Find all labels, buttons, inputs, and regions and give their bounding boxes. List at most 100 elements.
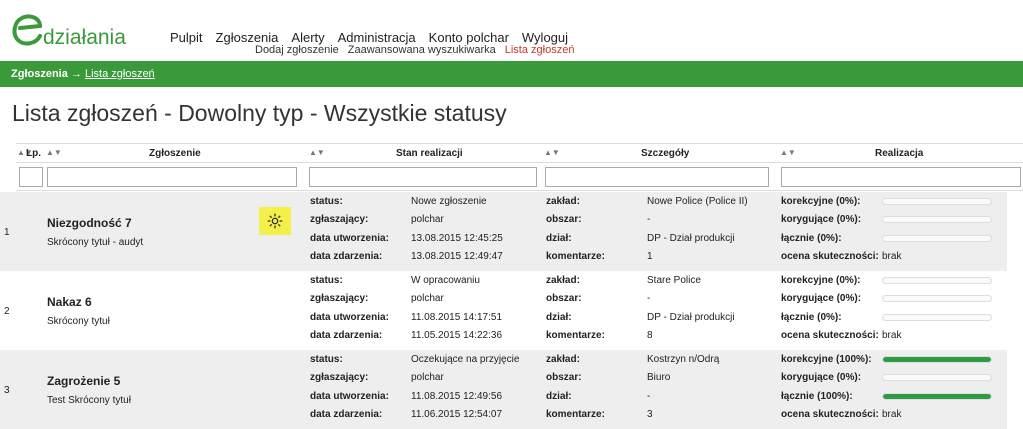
page-title: Lista zgłoszeń - Dowolny typ - Wszystkie… [12, 100, 507, 126]
komentarze-label: komentarze: [546, 330, 605, 341]
status-label: status: [310, 196, 343, 207]
col-szczegoly[interactable]: Szczegóły [641, 148, 689, 159]
lacznie-label: łącznie (0%): [781, 233, 842, 244]
zaklad-value: Stare Police [647, 275, 701, 286]
ocena-value: brak [882, 330, 902, 341]
nav-zgloszenia[interactable]: Zgłoszenia [216, 30, 279, 45]
filter-lp-input[interactable] [19, 167, 43, 187]
table-row[interactable]: 1 Niezgodność 7 Skrócony tytuł - audyt stat… [0, 192, 1007, 271]
zaklad-value: Nowe Police (Police II) [647, 196, 748, 207]
ocena-label: ocena skuteczności: [781, 409, 879, 420]
header: działania Pulpit Zgłoszenia Alerty Admin… [0, 0, 1023, 58]
dzial-value: - [647, 391, 651, 402]
row-title[interactable]: Nakaz 6 [47, 295, 92, 309]
komentarze-label: komentarze: [546, 409, 605, 420]
korygujace-progress-bar [882, 374, 992, 381]
korekcyjne-progress-bar [882, 198, 992, 205]
nav-pulpit[interactable]: Pulpit [170, 30, 203, 45]
data-utworzenia-label: data utworzenia: [310, 233, 389, 244]
nav-alerty[interactable]: Alerty [291, 30, 324, 45]
sub-nav: Dodaj zgłoszenie Zaawansowana wyszukiwar… [255, 44, 583, 56]
breadcrumb-root[interactable]: Zgłoszenia [11, 68, 68, 80]
filter-stan-input[interactable] [309, 167, 537, 187]
zglaszajacy-label: zgłaszający: [310, 293, 369, 304]
row-subtitle: Skrócony tytuł - audyt [47, 237, 144, 248]
col-lp[interactable]: Lp. [26, 148, 41, 159]
subnav-wyszukiwarka[interactable]: Zaawansowana wyszukiwarka [348, 44, 496, 56]
zaklad-value: Kostrzyn n/Odrą [647, 354, 720, 365]
breadcrumb-arrow: → [70, 68, 82, 80]
data-utworzenia-value: 11.08.2015 14:17:51 [411, 312, 503, 323]
nav-wyloguj[interactable]: Wyloguj [522, 30, 568, 45]
data-utworzenia-value: 11.08.2015 12:49:56 [411, 391, 503, 402]
ocena-value: brak [882, 251, 902, 262]
filter-zgloszenie-input[interactable] [47, 167, 297, 187]
sort-icon[interactable]: ▲▼ [780, 148, 796, 157]
korekcyjne-progress-fill [883, 357, 991, 362]
data-zdarzenia-label: data zdarzenia: [310, 251, 383, 262]
korekcyjne-label: korekcyjne (100%): [781, 354, 872, 365]
dzial-label: dział: [546, 233, 572, 244]
korekcyjne-progress-bar [882, 356, 992, 363]
lacznie-progress-fill [883, 394, 991, 399]
nav-konto[interactable]: Konto polchar [429, 30, 509, 45]
row-subtitle: Test Skrócony tytuł [47, 395, 131, 406]
korygujace-progress-bar [882, 216, 992, 223]
row-number: 2 [4, 306, 10, 317]
status-value: Oczekujące na przyjęcie [411, 354, 520, 365]
row-title[interactable]: Zagrożenie 5 [47, 374, 120, 388]
korekcyjne-label: korekcyjne (0%): [781, 275, 861, 286]
subnav-lista[interactable]: Lista zgłoszeń [505, 44, 575, 56]
korygujace-label: korygujące (0%): [781, 293, 862, 304]
data-zdarzenia-value: 11.05.2015 14:22:36 [411, 330, 503, 341]
obszar-label: obszar: [546, 372, 582, 383]
logo[interactable]: działania [10, 12, 150, 52]
data-utworzenia-label: data utworzenia: [310, 312, 389, 323]
ocena-label: ocena skuteczności: [781, 251, 879, 262]
table-row[interactable]: 3 Zagrożenie 5 Test Skrócony tytuł status: O… [0, 350, 1007, 429]
col-realizacja[interactable]: Realizacja [875, 148, 923, 159]
main-nav: Pulpit Zgłoszenia Alerty Administracja K… [170, 30, 581, 45]
lacznie-progress-bar [882, 235, 992, 242]
dzial-value: DP - Dział produkcji [647, 312, 735, 323]
obszar-value: - [647, 293, 651, 304]
obszar-label: obszar: [546, 293, 582, 304]
subnav-dodaj[interactable]: Dodaj zgłoszenie [255, 44, 339, 56]
lacznie-progress-bar [882, 314, 992, 321]
sort-icon[interactable]: ▲▼ [46, 148, 62, 157]
breadcrumb-current[interactable]: Lista zgłoszeń [85, 68, 155, 80]
filter-szczegoly-input[interactable] [545, 167, 769, 187]
korekcyjne-label: korekcyjne (0%): [781, 196, 861, 207]
table-row[interactable]: 2 Nakaz 6 Skrócony tytuł status: W opracowan… [0, 271, 1007, 350]
sort-icon[interactable]: ▲▼ [544, 148, 560, 157]
zaklad-label: zakład: [546, 196, 580, 207]
dzial-label: dział: [546, 312, 572, 323]
row-subtitle: Skrócony tytuł [47, 316, 110, 327]
zglaszajacy-value: polchar [411, 372, 444, 383]
komentarze-value: 8 [647, 330, 653, 341]
filter-realizacja-input[interactable] [781, 167, 1021, 187]
gear-icon[interactable] [259, 207, 291, 235]
row-title[interactable]: Niezgodność 7 [47, 216, 132, 230]
korygujace-progress-bar [882, 295, 992, 302]
col-zgloszenie[interactable]: Zgłoszenie [149, 148, 201, 159]
obszar-label: obszar: [546, 214, 582, 225]
status-label: status: [310, 275, 343, 286]
obszar-value: - [647, 214, 651, 225]
data-utworzenia-label: data utworzenia: [310, 391, 389, 402]
lacznie-progress-bar [882, 393, 992, 400]
logo-text: działania [43, 26, 126, 49]
sort-icon[interactable]: ▲▼ [309, 148, 325, 157]
table-header: ▲▼ Lp. ▲▼ Zgłoszenie ▲▼ Stan realizacji … [16, 143, 1023, 163]
korygujace-label: korygujące (0%): [781, 214, 862, 225]
data-utworzenia-value: 13.08.2015 12:45:25 [411, 233, 503, 244]
breadcrumb: Zgłoszenia → Lista zgłoszeń [0, 61, 1023, 87]
col-stan[interactable]: Stan realizacji [396, 148, 463, 159]
zglaszajacy-value: polchar [411, 293, 444, 304]
logo-e-icon [12, 14, 43, 46]
ocena-value: brak [882, 409, 902, 420]
data-zdarzenia-value: 11.06.2015 12:54:07 [411, 409, 503, 420]
lacznie-label: łącznie (0%): [781, 312, 842, 323]
nav-administracja[interactable]: Administracja [338, 30, 416, 45]
status-value: W opracowaniu [411, 275, 480, 286]
